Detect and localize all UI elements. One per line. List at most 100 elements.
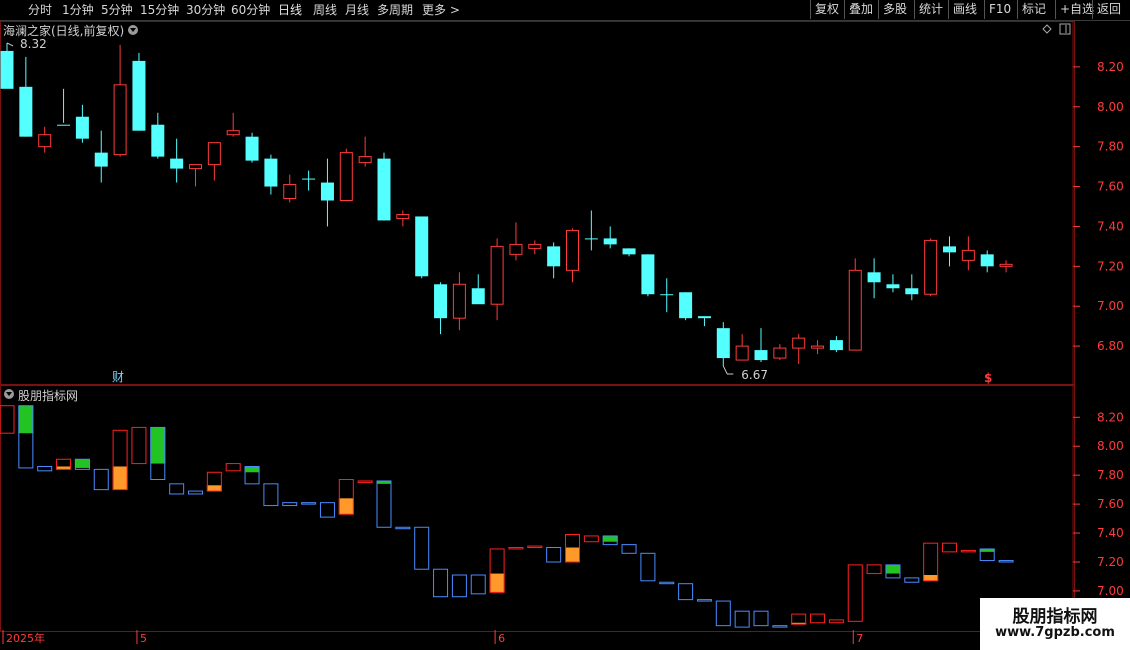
box-green-fill (18, 405, 34, 434)
indicator-box (37, 465, 53, 472)
candle-down (320, 182, 334, 201)
candle-up (358, 156, 372, 164)
box-green-fill (602, 535, 618, 542)
indicator-axis-label: 7.00 (1097, 584, 1124, 598)
indicator-box (508, 547, 524, 550)
candle-down (980, 254, 994, 267)
box-green-fill (74, 459, 90, 468)
candle-up (792, 337, 806, 349)
high-pointer (6, 42, 14, 47)
candle-down (132, 60, 146, 131)
candle-up (735, 345, 749, 361)
candle-down (415, 216, 429, 277)
indicator-box (546, 547, 562, 563)
indicator-box (904, 577, 920, 583)
indicator-box (810, 613, 826, 624)
diamond-icon (1042, 24, 1052, 34)
indicator-axis-label: 7.80 (1097, 468, 1124, 482)
candle-up (113, 84, 127, 156)
candle-up (283, 184, 297, 200)
indicator-box (188, 490, 203, 495)
indicator-box (659, 581, 675, 585)
indicator-axis-label: 7.40 (1097, 526, 1124, 540)
candle-down (660, 294, 674, 296)
candle-down (867, 272, 881, 283)
box-green-fill (244, 466, 260, 473)
candle-down (754, 350, 768, 361)
indicator-box (282, 502, 298, 507)
indicator-box (866, 564, 882, 575)
indicator-box (357, 480, 373, 483)
watermark: 股朋指标网 www.7gpzb.com (980, 598, 1130, 650)
indicator-axis-label: 7.60 (1097, 497, 1124, 511)
candle-down (19, 86, 33, 137)
indicator-box (583, 535, 599, 543)
candle-down (302, 178, 316, 180)
indicator-box (696, 599, 712, 602)
box-green-fill (885, 564, 901, 574)
candle-down (679, 292, 693, 319)
candle-up (528, 243, 542, 249)
indicator-axis-label: 8.00 (1097, 439, 1124, 453)
price-axis-label: 6.80 (1097, 339, 1124, 353)
indicator-box (319, 502, 335, 518)
indicator-box (753, 610, 769, 627)
indicator-box (942, 542, 957, 553)
indicator-box (470, 574, 486, 595)
indicator-box (772, 625, 788, 628)
price-axis-label: 7.80 (1097, 140, 1124, 154)
candle-down (641, 254, 655, 295)
indicator-box (301, 502, 317, 505)
indicator-box (960, 549, 976, 553)
indicator-dropdown-icon[interactable] (4, 389, 14, 399)
box-orange-fill (565, 547, 580, 562)
date-axis-label: 7 (856, 632, 863, 645)
candles-group (0, 42, 1013, 367)
date-axis-label: 5 (140, 632, 147, 645)
candle-up (999, 263, 1013, 267)
s-marker: $ (984, 371, 992, 385)
candle-down (716, 328, 730, 359)
watermark-title: 股朋指标网 (1012, 607, 1098, 627)
candle-down (547, 246, 561, 267)
indicator-box (847, 564, 863, 622)
watermark-url: www.7gpzb.com (995, 625, 1115, 640)
indicator-box (715, 600, 731, 627)
date-axis-label: 6 (498, 632, 505, 645)
candle-up (189, 164, 202, 170)
box-green-fill (150, 427, 166, 464)
indicator-box (998, 560, 1014, 563)
low-pointer (722, 365, 734, 375)
candle-up (811, 345, 825, 349)
indicator-box (640, 552, 656, 582)
candle-up (452, 283, 466, 319)
date-axis-label: 2025年 (6, 631, 45, 645)
candle-up (924, 239, 938, 295)
candle-up (339, 152, 353, 202)
low-label: 6.67 (741, 368, 768, 382)
title-dropdown-icon[interactable] (128, 25, 138, 35)
candle-up (509, 243, 523, 255)
candle-down (603, 238, 617, 245)
candle-down (94, 152, 108, 167)
price-axis-label: 7.20 (1097, 259, 1124, 273)
candle-up (961, 249, 975, 261)
price-axis-label: 8.00 (1097, 100, 1124, 114)
indicator-box (414, 526, 430, 570)
indicator-box (678, 583, 694, 601)
fin-marker: 财 (112, 370, 124, 384)
indicator-box (791, 613, 807, 625)
candle-up (773, 347, 787, 359)
candle-down (0, 50, 14, 89)
candle-down (264, 158, 278, 187)
candle-up (226, 130, 240, 136)
box-orange-fill (489, 573, 505, 593)
boxes-group (0, 405, 1014, 628)
candle-down (170, 158, 184, 169)
candle-down (57, 124, 71, 126)
price-axis-label: 7.60 (1097, 180, 1124, 194)
candle-down (584, 238, 598, 240)
price-axis-label: 7.40 (1097, 219, 1124, 233)
stock-title: 海澜之家(日线,前复权) (3, 24, 125, 38)
candle-down (377, 158, 391, 221)
